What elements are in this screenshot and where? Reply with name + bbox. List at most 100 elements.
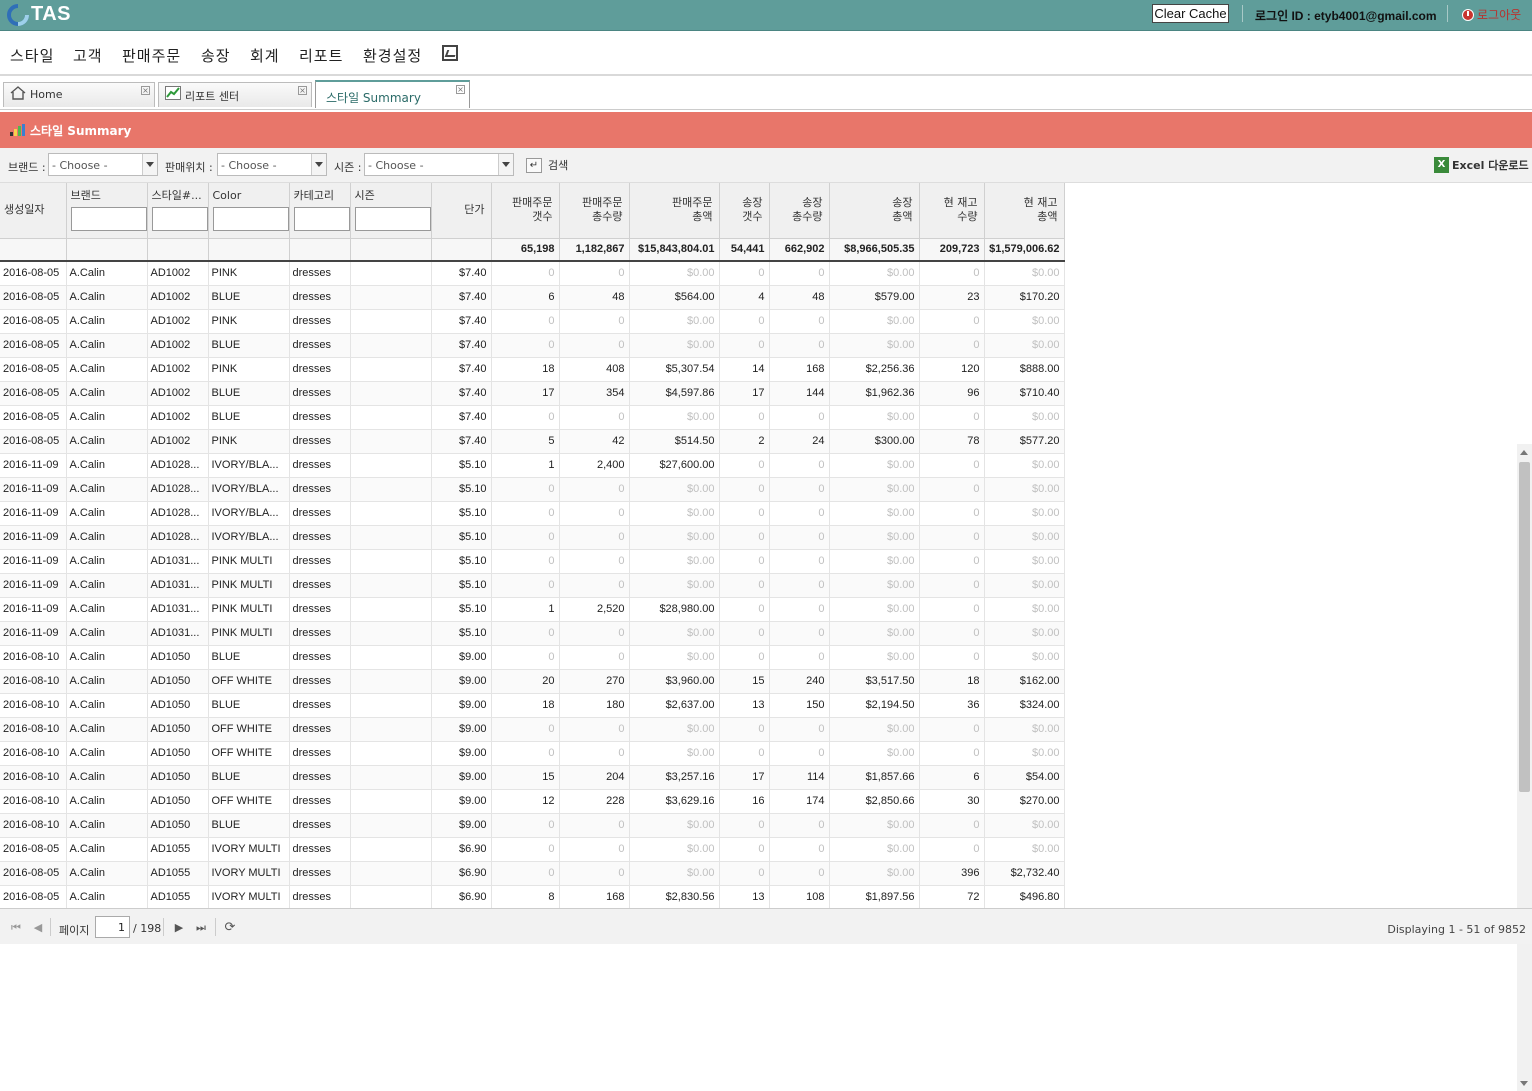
cell-price: $9.00 [431, 789, 492, 814]
total-cell: 1,182,867 [559, 238, 630, 262]
column-header-style[interactable]: 스타일#... [147, 183, 209, 239]
column-header-iv_qty[interactable]: 송장 총수량 [769, 183, 830, 239]
menu-item-report[interactable]: 리포트 [299, 45, 343, 66]
cell-so_amt: $0.00 [629, 813, 720, 838]
table-row[interactable]: 2016-08-05 A.Calin AD1002 PINK dresses $7.40 0… [0, 261, 1065, 286]
column-header-cat[interactable]: 카테고리 [289, 183, 351, 239]
table-row[interactable]: 2016-08-05 A.Calin AD1002 PINK dresses $7.40 0… [0, 309, 1065, 334]
table-row[interactable]: 2016-08-05 A.Calin AD1002 PINK dresses $7.40 5… [0, 429, 1065, 454]
brand-select[interactable]: - Choose - [48, 153, 158, 176]
menu-item-sales-order[interactable]: 판매주문 [122, 45, 181, 66]
table-row[interactable]: 2016-08-05 A.Calin AD1002 BLUE dresses $7.40 0… [0, 333, 1065, 358]
chevron-down-icon[interactable] [311, 154, 326, 175]
cell-so_cnt: 0 [491, 333, 560, 358]
cell-style: AD1002 [147, 261, 209, 286]
table-row[interactable]: 2016-08-10 A.Calin AD1050 OFF WHITE dresses $… [0, 741, 1065, 766]
table-row[interactable]: 2016-08-10 A.Calin AD1050 BLUE dresses $9.00 0… [0, 813, 1065, 838]
column-filter-input[interactable] [293, 207, 350, 231]
location-select[interactable]: - Choose - [217, 153, 327, 176]
tab-home[interactable]: Home × [3, 82, 155, 107]
chevron-down-icon[interactable] [498, 154, 513, 175]
table-row[interactable]: 2016-08-10 A.Calin AD1050 BLUE dresses $9.00 0… [0, 645, 1065, 670]
scroll-up-icon[interactable] [1520, 450, 1528, 455]
table-row[interactable]: 2016-11-09 A.Calin AD1028... IVORY/BLA... dr… [0, 501, 1065, 526]
logout-link[interactable]: 로그아웃 [1462, 6, 1521, 23]
column-header-iv_amt[interactable]: 송장 총액 [829, 183, 920, 239]
tab-report-center[interactable]: 리포트 센터 × [158, 82, 312, 107]
column-header-so_qty[interactable]: 판매주문 총수량 [559, 183, 630, 239]
page-number-input[interactable]: 1 [95, 916, 130, 938]
scroll-down-icon[interactable] [1520, 1081, 1528, 1086]
table-row[interactable]: 2016-08-10 A.Calin AD1050 OFF WHITE dresses $… [0, 669, 1065, 694]
close-icon[interactable]: × [456, 85, 465, 94]
column-header-iv_cnt[interactable]: 송장 갯수 [719, 183, 770, 239]
scroll-thumb[interactable] [1519, 462, 1530, 792]
cell-price: $7.40 [431, 429, 492, 454]
menu-item-accounting[interactable]: 회계 [250, 45, 280, 66]
menu-item-invoice[interactable]: 송장 [201, 45, 231, 66]
menu-item-settings[interactable]: 환경설정 [363, 45, 422, 66]
table-row[interactable]: 2016-11-09 A.Calin AD1028... IVORY/BLA... dr… [0, 453, 1065, 478]
column-filter-input[interactable] [70, 207, 147, 231]
column-header-st_amt[interactable]: 현 재고 총액 [984, 183, 1065, 239]
table-row[interactable]: 2016-11-09 A.Calin AD1031... PINK MULTI dres… [0, 549, 1065, 574]
cell-style: AD1031... [147, 597, 209, 622]
column-header-brand[interactable]: 브랜드 [66, 183, 148, 239]
table-row[interactable]: 2016-08-10 A.Calin AD1050 OFF WHITE dresses $… [0, 717, 1065, 742]
column-header-so_cnt[interactable]: 판매주문 갯수 [491, 183, 560, 239]
next-page-icon[interactable]: ▶ [173, 922, 185, 934]
table-row[interactable]: 2016-08-10 A.Calin AD1050 BLUE dresses $9.00 1… [0, 693, 1065, 718]
column-header-price[interactable]: 단가 [431, 183, 492, 239]
column-header-color[interactable]: Color [208, 183, 290, 239]
column-header-season[interactable]: 시즌 [350, 183, 432, 239]
column-header-date[interactable]: 생성일자 [0, 183, 67, 239]
close-icon[interactable]: × [298, 86, 307, 95]
menu-item-style[interactable]: 스타일 [10, 45, 54, 66]
cell-season [350, 309, 432, 334]
first-page-icon[interactable]: ⏮ [10, 922, 22, 934]
table-row[interactable]: 2016-08-10 A.Calin AD1050 BLUE dresses $9.00 1… [0, 765, 1065, 790]
cell-so_amt: $514.50 [629, 429, 720, 454]
search-button[interactable]: ↵ 검색 [526, 157, 568, 173]
cell-iv_qty: 0 [769, 813, 830, 838]
table-row[interactable]: 2016-08-05 A.Calin AD1002 BLUE dresses $7.40 0… [0, 405, 1065, 430]
last-page-icon[interactable]: ⏭ [195, 922, 207, 934]
table-row[interactable]: 2016-11-09 A.Calin AD1031... PINK MULTI dres… [0, 621, 1065, 646]
table-row[interactable]: 2016-11-09 A.Calin AD1031... PINK MULTI dres… [0, 573, 1065, 598]
excel-download-button[interactable]: X Excel 다운로드 [1434, 157, 1529, 173]
cell-price: $5.10 [431, 525, 492, 550]
table-row[interactable]: 2016-08-05 A.Calin AD1055 IVORY MULTI dresse… [0, 861, 1065, 886]
table-row[interactable]: 2016-11-09 A.Calin AD1028... IVORY/BLA... dr… [0, 477, 1065, 502]
table-row[interactable]: 2016-08-05 A.Calin AD1055 IVORY MULTI dresse… [0, 885, 1065, 910]
table-row[interactable]: 2016-08-05 A.Calin AD1055 IVORY MULTI dresse… [0, 837, 1065, 862]
cell-iv_qty: 114 [769, 765, 830, 790]
season-select[interactable]: - Choose - [364, 153, 514, 176]
menu-item-customer[interactable]: 고객 [73, 45, 103, 66]
table-row[interactable]: 2016-08-10 A.Calin AD1050 OFF WHITE dresses $… [0, 789, 1065, 814]
prev-page-icon[interactable]: ◀ [32, 922, 44, 934]
column-filter-input[interactable] [354, 207, 431, 231]
refresh-icon[interactable]: ⟳ [224, 921, 236, 934]
column-header-st_qty[interactable]: 현 재고 수량 [919, 183, 985, 239]
clear-cache-button[interactable]: Clear Cache [1152, 4, 1229, 23]
table-row[interactable]: 2016-08-05 A.Calin AD1002 BLUE dresses $7.40 6… [0, 285, 1065, 310]
table-row[interactable]: 2016-08-05 A.Calin AD1002 PINK dresses $7.40 1… [0, 357, 1065, 382]
table-row[interactable]: 2016-11-09 A.Calin AD1028... IVORY/BLA... dr… [0, 525, 1065, 550]
close-icon[interactable]: × [141, 86, 150, 95]
cell-color: BLUE [208, 405, 290, 430]
monitor-chart-icon[interactable] [442, 45, 458, 61]
vertical-scrollbar[interactable] [1517, 444, 1532, 1091]
table-row[interactable]: 2016-11-09 A.Calin AD1031... PINK MULTI dres… [0, 597, 1065, 622]
cell-style: AD1050 [147, 669, 209, 694]
column-filter-input[interactable] [212, 207, 289, 231]
column-header-so_amt[interactable]: 판매주문 총액 [629, 183, 720, 239]
tab-style-summary[interactable]: 스타일 Summary × [315, 80, 470, 108]
cell-so_qty: 270 [559, 669, 630, 694]
chevron-down-icon[interactable] [142, 154, 157, 175]
cell-st_qty: 0 [919, 453, 985, 478]
total-cell [289, 238, 351, 262]
table-row[interactable]: 2016-08-05 A.Calin AD1002 BLUE dresses $7.40 1… [0, 381, 1065, 406]
cell-st_qty: 6 [919, 765, 985, 790]
cell-iv_qty: 144 [769, 381, 830, 406]
column-filter-input[interactable] [151, 207, 208, 231]
